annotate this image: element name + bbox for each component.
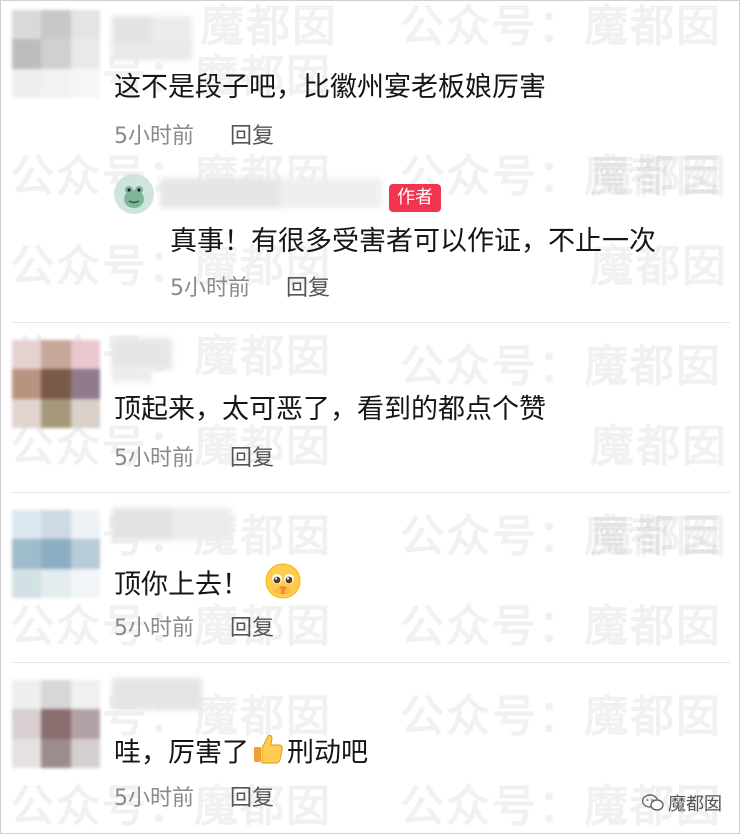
author-username-blurred[interactable]	[160, 178, 382, 208]
comment-text-body: 哇，厉害了	[114, 737, 249, 769]
username-blurred	[112, 368, 152, 382]
account-logo-text: 魔都囡	[668, 794, 722, 815]
comment-time: 5小时前	[114, 786, 194, 811]
reply-button[interactable]: 回复	[230, 616, 274, 641]
reply-button[interactable]: 回复	[286, 276, 330, 301]
pleading-face-emoji-icon	[264, 562, 302, 610]
comment-item: 顶你上去！ 5小时前 回复	[0, 500, 742, 660]
reply-button[interactable]: 回复	[230, 124, 274, 149]
wechat-icon	[642, 794, 664, 811]
comment-time: 5小时前	[114, 616, 194, 641]
reply-meta: 5小时前 回复	[170, 274, 330, 304]
comment-text: 顶起来，太可恶了，看到的都点个赞	[114, 394, 546, 425]
comment-text-body: 顶你上去！	[114, 569, 249, 601]
comment-meta: 5小时前 回复	[114, 122, 274, 152]
reply-text: 真事！有很多受害者可以作证，不止一次	[170, 226, 656, 257]
divider	[12, 492, 730, 493]
comment-meta: 5小时前 回复	[114, 444, 274, 474]
avatar[interactable]	[12, 510, 100, 598]
username-blurred[interactable]	[112, 338, 172, 370]
comment-meta: 5小时前 回复	[114, 784, 274, 814]
reply-time: 5小时前	[170, 276, 250, 301]
username-blurred[interactable]	[112, 508, 232, 540]
username-blurred	[112, 44, 192, 60]
avatar[interactable]	[12, 10, 100, 98]
divider	[12, 662, 730, 663]
frog-avatar-icon	[114, 174, 154, 214]
avatar[interactable]	[12, 340, 100, 428]
thumbs-up-emoji-icon	[251, 732, 285, 776]
comment-time: 5小时前	[114, 124, 194, 149]
comment-time: 5小时前	[114, 446, 194, 471]
avatar[interactable]	[12, 680, 100, 768]
reply-button[interactable]: 回复	[230, 786, 274, 811]
author-badge: 作者	[389, 184, 441, 212]
divider	[12, 322, 730, 323]
comment-text: 这不是段子吧，比徽州宴老板娘厉害	[114, 72, 546, 103]
username-blurred[interactable]	[112, 678, 202, 710]
account-logo: 魔都囡	[642, 790, 722, 816]
comment-item: 顶起来，太可恶了，看到的都点个赞 5小时前 回复	[0, 330, 742, 490]
comment-meta: 5小时前 回复	[114, 614, 274, 644]
comment-text: 顶你上去！	[114, 562, 302, 610]
author-avatar[interactable]	[114, 174, 154, 214]
comment-text: 哇，厉害了 刑动吧	[114, 732, 368, 776]
comment-text-tail: 刑动吧	[287, 737, 368, 769]
reply-button[interactable]: 回复	[230, 446, 274, 471]
comment-item: 哇，厉害了 刑动吧 5小时前 回复	[0, 670, 742, 836]
comment-item: 这不是段子吧，比徽州宴老板娘厉害 5小时前 回复 作者 真事！有很多受害者可以作证…	[0, 0, 742, 320]
